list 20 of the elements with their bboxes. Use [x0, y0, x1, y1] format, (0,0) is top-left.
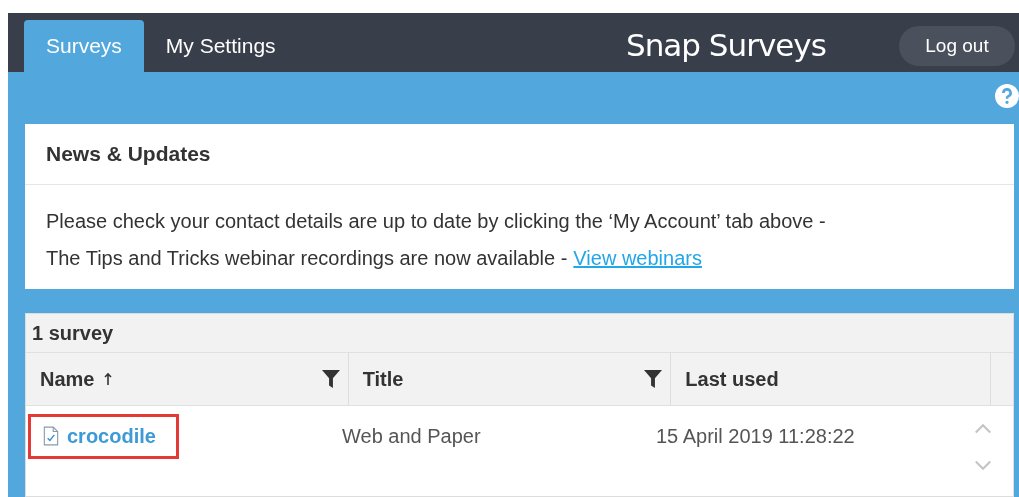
column-label: Last used — [685, 367, 779, 391]
survey-count: 1 survey — [26, 314, 1013, 353]
column-header[interactable]: Last used — [671, 353, 991, 405]
column-label: Title — [362, 367, 404, 391]
news-text: Please check your contact details are up to date by clicking the ‘My Account’ tab above - — [46, 210, 826, 233]
column-label: Name — [40, 367, 95, 391]
sort-arrow-icon[interactable] — [104, 372, 113, 386]
logout-button[interactable]: Log out — [899, 26, 1015, 66]
column-header[interactable]: Name — [26, 353, 349, 405]
help-icon[interactable] — [995, 84, 1019, 108]
tab[interactable]: My Settings — [143, 20, 298, 72]
table-cell-text: 15 April 2019 11:28:22 — [655, 423, 856, 449]
news-text: The Tips and Tricks webinar recordings are now available - — [46, 247, 568, 270]
table-cell-text: Web and Paper — [341, 423, 482, 449]
logo: Snap Surveys — [626, 27, 826, 63]
filter-icon[interactable] — [644, 370, 663, 388]
document-check-icon — [43, 426, 59, 446]
filter-icon[interactable] — [321, 370, 340, 388]
panel-title: News & Updates — [25, 124, 1014, 185]
column-header[interactable]: Title — [348, 353, 672, 405]
